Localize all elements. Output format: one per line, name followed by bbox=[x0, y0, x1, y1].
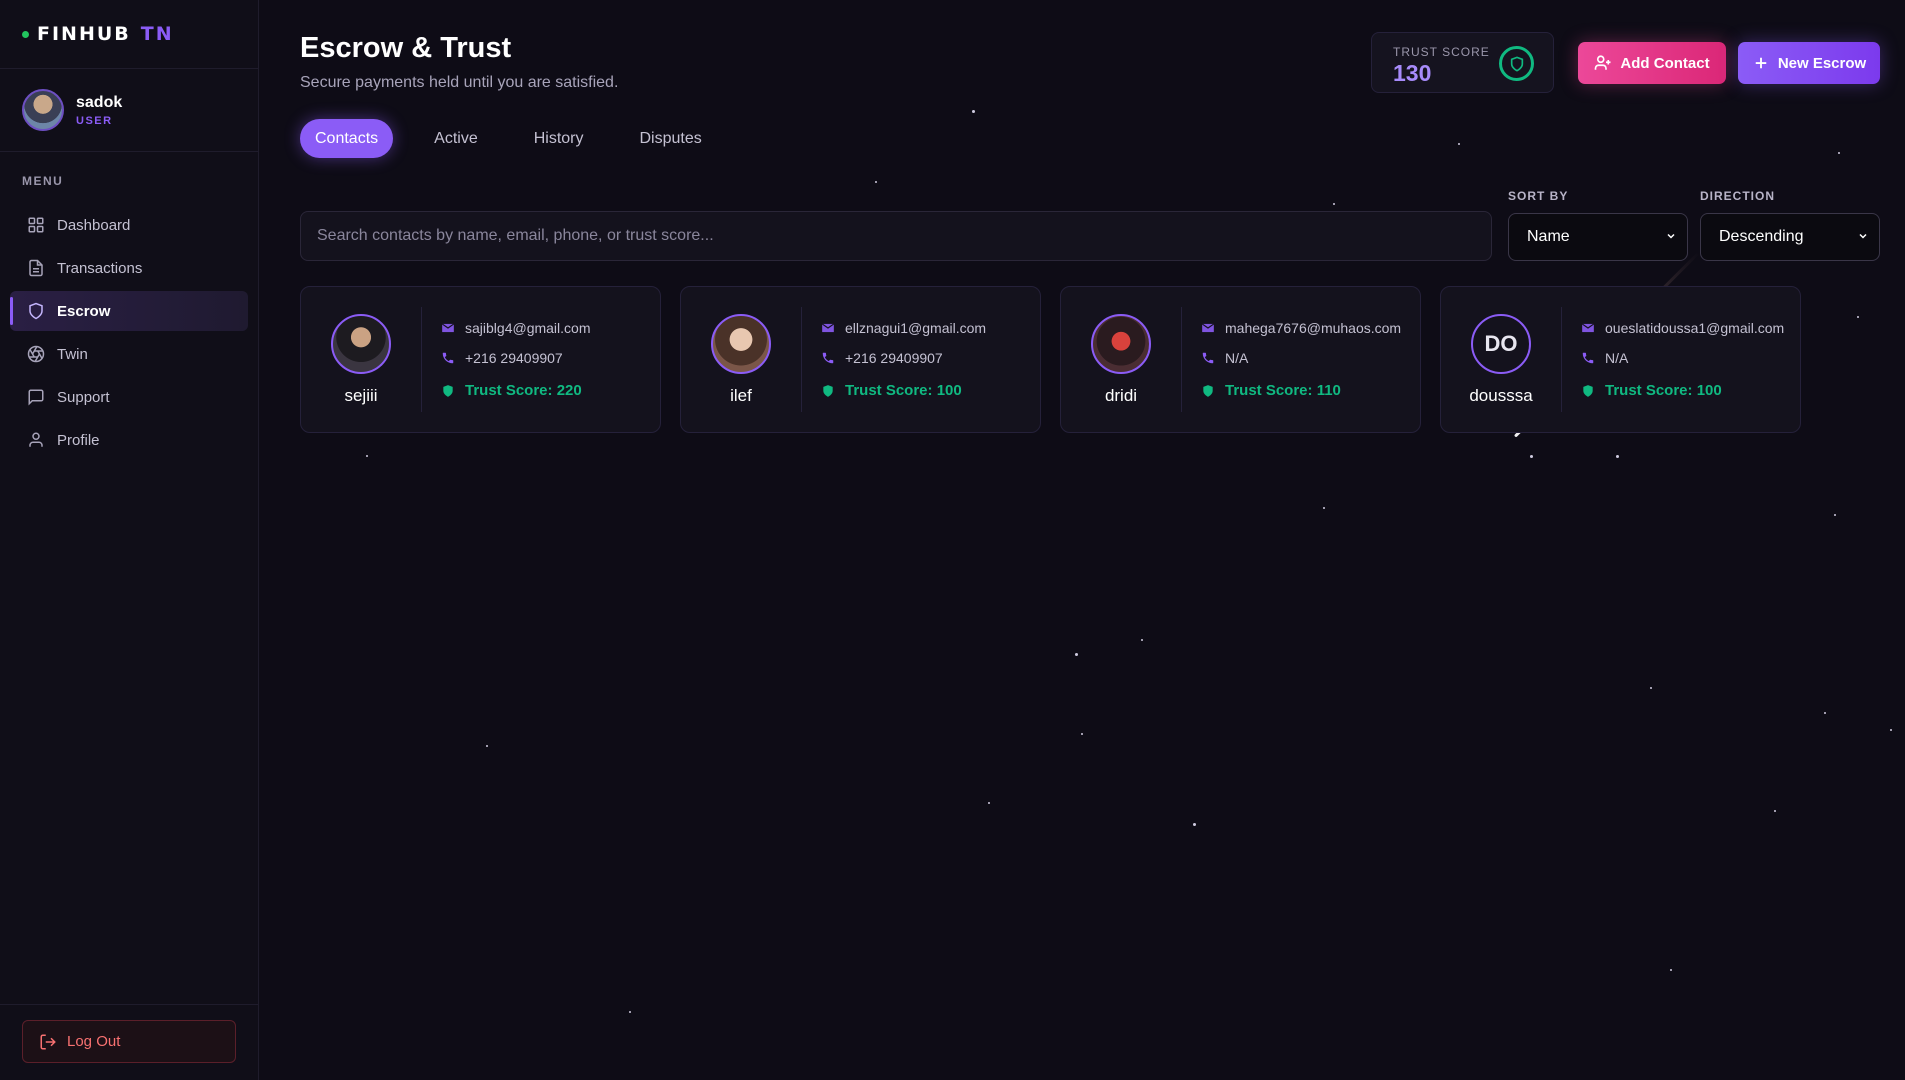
user-profile-summary[interactable]: sadok USER bbox=[0, 69, 258, 152]
sidebar-item-label: Dashboard bbox=[57, 216, 131, 234]
sort-by-label: SORT BY bbox=[1508, 189, 1569, 203]
add-contact-label: Add Contact bbox=[1620, 54, 1710, 72]
aperture-icon bbox=[27, 345, 45, 363]
sidebar-item-label: Support bbox=[57, 388, 110, 406]
contact-card[interactable]: ilef ellznagui1@gmail.com +216 29409907 … bbox=[680, 286, 1041, 433]
logout-label: Log Out bbox=[67, 1033, 121, 1050]
sidebar-item-label: Escrow bbox=[57, 302, 111, 320]
plus-icon bbox=[1752, 54, 1770, 72]
shield-icon bbox=[1201, 384, 1215, 398]
tab-history[interactable]: History bbox=[519, 119, 599, 158]
menu-label: MENU bbox=[22, 174, 64, 188]
escrow-tabs: Contacts Active History Disputes bbox=[300, 119, 743, 158]
mail-icon bbox=[1201, 321, 1215, 335]
contact-avatar-initials: DO bbox=[1471, 313, 1531, 374]
direction-label: DIRECTION bbox=[1700, 189, 1775, 203]
search-input[interactable] bbox=[300, 211, 1492, 261]
contact-phone: +216 29409907 bbox=[845, 350, 943, 366]
shield-check-icon bbox=[1499, 46, 1534, 81]
user-avatar bbox=[22, 89, 64, 131]
contact-phone: +216 29409907 bbox=[465, 350, 563, 366]
contact-name: sejiii bbox=[344, 385, 378, 405]
contact-card[interactable]: DO dousssa oueslatidoussa1@gmail.com N/A… bbox=[1440, 286, 1801, 433]
brand-logo[interactable]: FINHUB TN bbox=[0, 0, 258, 69]
tab-disputes[interactable]: Disputes bbox=[625, 119, 717, 158]
shield-icon bbox=[821, 384, 835, 398]
contact-phone: N/A bbox=[1605, 350, 1629, 366]
sidebar-item-transactions[interactable]: Transactions bbox=[10, 248, 248, 288]
contact-avatar bbox=[1091, 313, 1151, 374]
grid-icon bbox=[27, 216, 45, 234]
tab-contacts[interactable]: Contacts bbox=[300, 119, 394, 158]
contact-email: oueslatidoussa1@gmail.com bbox=[1605, 320, 1785, 336]
trust-score-card: TRUST SCORE 130 bbox=[1371, 32, 1554, 93]
user-name: sadok bbox=[76, 93, 123, 111]
user-role: USER bbox=[76, 114, 113, 127]
new-escrow-button[interactable]: New Escrow bbox=[1738, 42, 1880, 84]
user-plus-icon bbox=[1594, 54, 1612, 72]
shield-icon bbox=[441, 384, 455, 398]
contact-card[interactable]: dridi mahega7676@muhaos.com N/A Trust Sc… bbox=[1060, 286, 1421, 433]
sort-by-select[interactable]: Name bbox=[1508, 213, 1688, 261]
add-contact-button[interactable]: Add Contact bbox=[1578, 42, 1726, 84]
contact-email: ellznagui1@gmail.com bbox=[845, 320, 987, 336]
contact-avatar bbox=[711, 313, 771, 374]
new-escrow-label: New Escrow bbox=[1777, 54, 1867, 72]
contact-trust-score: Trust Score: 100 bbox=[1605, 382, 1722, 399]
direction-select[interactable]: Descending bbox=[1700, 213, 1880, 261]
sidebar-item-escrow[interactable]: Escrow bbox=[10, 291, 248, 331]
contact-email: mahega7676@muhaos.com bbox=[1225, 320, 1402, 336]
chevron-down-icon bbox=[1857, 230, 1869, 242]
mail-icon bbox=[1581, 321, 1595, 335]
sidebar-item-profile[interactable]: Profile bbox=[10, 420, 248, 460]
logout-button[interactable]: Log Out bbox=[22, 1020, 236, 1063]
chat-icon bbox=[27, 388, 45, 406]
shield-icon bbox=[27, 302, 45, 320]
contact-name: dridi bbox=[1104, 385, 1138, 405]
contact-name: ilef bbox=[730, 385, 752, 405]
logout-icon bbox=[39, 1033, 57, 1051]
phone-icon bbox=[1581, 351, 1595, 365]
direction-value: Descending bbox=[1719, 228, 1804, 245]
sidebar-item-label: Transactions bbox=[57, 259, 143, 277]
sort-by-value: Name bbox=[1527, 228, 1570, 245]
phone-icon bbox=[821, 351, 835, 365]
phone-icon bbox=[1201, 351, 1215, 365]
contact-trust-score: Trust Score: 100 bbox=[845, 382, 962, 399]
page-title: Escrow & Trust bbox=[300, 32, 512, 64]
document-icon bbox=[27, 259, 45, 277]
sidebar-item-twin[interactable]: Twin bbox=[10, 334, 248, 374]
brand-accent: TN bbox=[140, 23, 174, 45]
starfield-background bbox=[0, 0, 1905, 1080]
chevron-down-icon bbox=[1665, 230, 1677, 242]
contact-trust-score: Trust Score: 110 bbox=[1225, 382, 1341, 399]
sidebar-item-label: Twin bbox=[57, 345, 88, 363]
contact-phone: N/A bbox=[1225, 350, 1249, 366]
mail-icon bbox=[821, 321, 835, 335]
contact-avatar bbox=[331, 313, 391, 374]
brand-name: FINHUB bbox=[37, 23, 131, 45]
contact-email: sajiblg4@gmail.com bbox=[465, 320, 591, 336]
sidebar-item-dashboard[interactable]: Dashboard bbox=[10, 205, 248, 245]
page-subtitle: Secure payments held until you are satis… bbox=[300, 74, 619, 91]
sidebar: FINHUB TN sadok USER MENU Dashboard Tran… bbox=[0, 0, 259, 1080]
phone-icon bbox=[441, 351, 455, 365]
contact-card[interactable]: sejiii sajiblg4@gmail.com +216 29409907 … bbox=[300, 286, 661, 433]
tab-active[interactable]: Active bbox=[419, 119, 493, 158]
status-dot-icon bbox=[22, 30, 29, 38]
shield-icon bbox=[1581, 384, 1595, 398]
sidebar-item-label: Profile bbox=[57, 431, 100, 449]
contact-name: dousssa bbox=[1469, 385, 1533, 405]
sidebar-item-support[interactable]: Support bbox=[10, 377, 248, 417]
contact-trust-score: Trust Score: 220 bbox=[465, 382, 582, 399]
mail-icon bbox=[441, 321, 455, 335]
user-icon bbox=[27, 431, 45, 449]
